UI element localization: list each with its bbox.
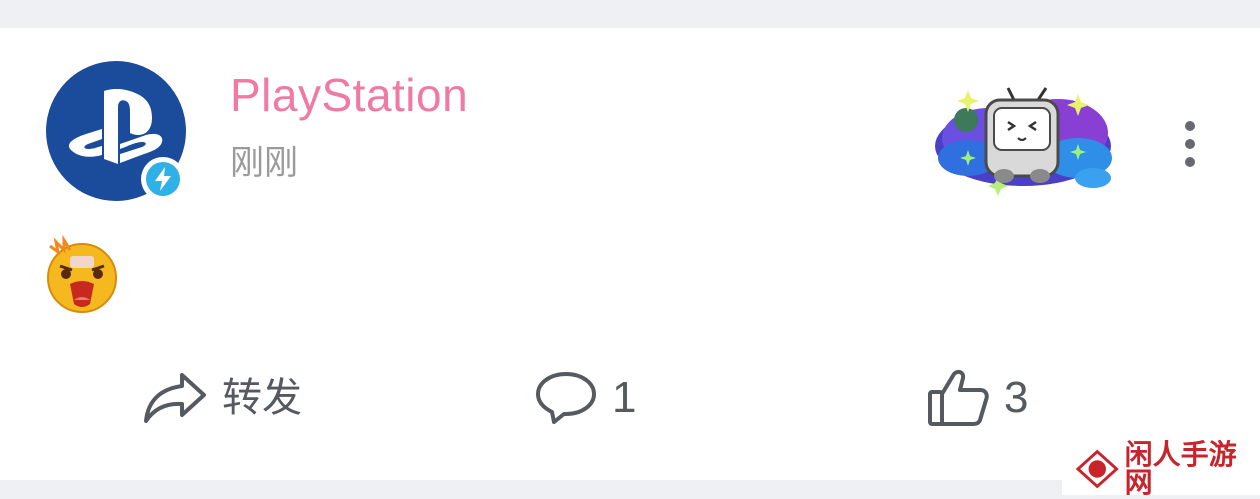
lightning-bolt-icon	[155, 167, 171, 191]
top-separator	[0, 0, 1260, 28]
author-name[interactable]: PlayStation	[230, 72, 468, 118]
more-options-button[interactable]	[1170, 114, 1210, 174]
repost-label: 转发	[222, 375, 302, 421]
comment-button[interactable]: 1	[534, 368, 636, 428]
repost-button[interactable]: 转发	[142, 368, 302, 428]
share-arrow-icon	[144, 373, 206, 423]
more-dot-icon	[1185, 121, 1195, 131]
shocked-face-emoji	[47, 234, 117, 313]
more-dot-icon	[1185, 139, 1195, 149]
avatar[interactable]	[46, 61, 186, 201]
playstation-logo-icon	[68, 89, 163, 164]
diamond-logo-icon	[1076, 449, 1119, 488]
like-button[interactable]: 3	[926, 368, 1028, 428]
comment-count: 1	[612, 373, 637, 422]
post-timestamp: 刚刚	[230, 143, 298, 183]
comment-bubble-icon	[536, 372, 596, 424]
site-watermark: 闲人手游网	[1062, 437, 1260, 499]
thumbs-up-icon	[928, 369, 989, 426]
verified-badge	[141, 157, 185, 201]
post-card[interactable]: PlayStation 刚刚 转发 1 3	[0, 28, 1260, 480]
bilibili-tv-sticker	[935, 87, 1112, 196]
watermark-text: 闲人手游网	[1124, 437, 1237, 499]
more-dot-icon	[1185, 157, 1195, 167]
like-count: 3	[1004, 373, 1029, 422]
